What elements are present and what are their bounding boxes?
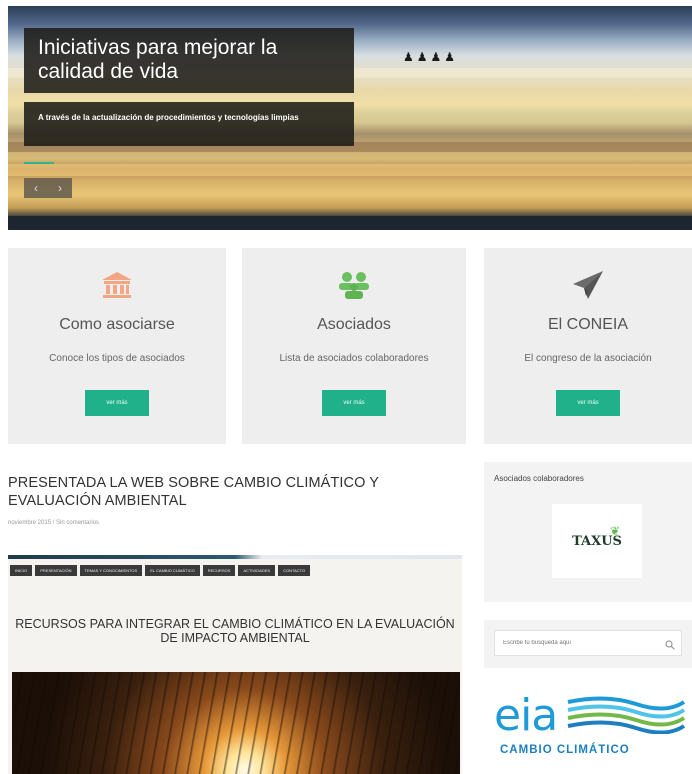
- slider-prev-button[interactable]: ‹: [34, 181, 38, 195]
- hero-title: Iniciativas para mejorar la calidad de v…: [24, 28, 354, 93]
- embed-heading: RECURSOS PARA INTEGRAR EL CAMBIO CLIMÁTI…: [15, 617, 455, 645]
- widget-title: Asociados colaboradores: [494, 474, 584, 483]
- slider-nav: ‹ ›: [24, 178, 72, 198]
- people-silhouettes: ♟♟♟♟: [403, 50, 459, 64]
- embed-nav-item: PRESENTACIÓN: [35, 565, 77, 576]
- ver-mas-button[interactable]: ver más: [85, 390, 149, 416]
- ver-mas-button[interactable]: ver más: [322, 390, 386, 416]
- slider-progress: [24, 162, 54, 164]
- slider-next-button[interactable]: ›: [58, 181, 62, 195]
- grass-silhouette: [12, 672, 460, 774]
- search-input[interactable]: [495, 631, 655, 655]
- bank-icon: [8, 262, 226, 308]
- feature-title: Asociados: [317, 316, 391, 333]
- article-meta: noviembre 2015 / Sin comentarios: [8, 520, 100, 526]
- paper-plane-icon: [484, 262, 692, 308]
- feature-box-asociados: Asociados Lista de asociados colaborador…: [242, 248, 466, 444]
- hero-background-band: [8, 164, 692, 176]
- search-icon[interactable]: [665, 637, 675, 655]
- eia-logo-text: eia: [494, 690, 558, 741]
- hero-bottom-bar: [8, 216, 692, 230]
- feature-box-el-coneia: El CONEIA El congreso de la asociación v…: [484, 248, 692, 444]
- search-widget: [484, 620, 692, 668]
- embed-navbar: INICIO PRESENTACIÓN TEMAS Y CONOCIMIENTO…: [10, 565, 450, 576]
- taxus-logo[interactable]: TAXUS ❦: [552, 504, 642, 578]
- embed-nav-item: EL CAMBIO CLIMÁTICO: [145, 565, 200, 576]
- wind-waves-icon: [567, 696, 686, 734]
- users-icon: [242, 262, 466, 308]
- partners-widget: Asociados colaboradores TAXUS ❦: [484, 462, 692, 602]
- feature-description: Conoce los tipos de asociados: [49, 353, 185, 364]
- ver-mas-button[interactable]: ver más: [556, 390, 620, 416]
- embed-nav-item: RECURSOS: [202, 565, 236, 576]
- embed-nav-item: INICIO: [10, 565, 33, 576]
- sunset-image: [12, 672, 460, 774]
- feature-box-como-asociarse: Como asociarse Conoce los tipos de asoci…: [8, 248, 226, 444]
- feature-title: Como asociarse: [59, 316, 175, 333]
- embed-nav-item: CONTACTO: [278, 565, 311, 576]
- hero-subtitle: A través de la actualización de procedim…: [24, 102, 354, 146]
- eia-caption: CAMBIO CLIMÁTICO: [500, 744, 630, 756]
- embed-nav-item: ACTIVIDADES: [238, 565, 276, 576]
- search-box: [494, 630, 682, 656]
- article-featured-image[interactable]: INICIO PRESENTACIÓN TEMAS Y CONOCIMIENTO…: [8, 555, 462, 774]
- eia-cambio-climatico-banner[interactable]: eia CAMBIO CLIMÁTICO: [484, 684, 692, 774]
- embed-header-strip: [8, 555, 462, 559]
- feature-description: Lista de asociados colaboradores: [279, 353, 429, 364]
- feature-title: El CONEIA: [547, 316, 628, 333]
- article-title[interactable]: PRESENTADA LA WEB SOBRE CAMBIO CLIMÁTICO…: [8, 474, 428, 510]
- hero-slider: ♟♟♟♟ Iniciativas para mejorar la calidad…: [8, 6, 692, 230]
- feature-description: El congreso de la asociación: [524, 353, 652, 364]
- embed-nav-item: TEMAS Y CONOCIMIENTOS: [79, 565, 143, 576]
- leaf-icon: ❦: [610, 524, 621, 538]
